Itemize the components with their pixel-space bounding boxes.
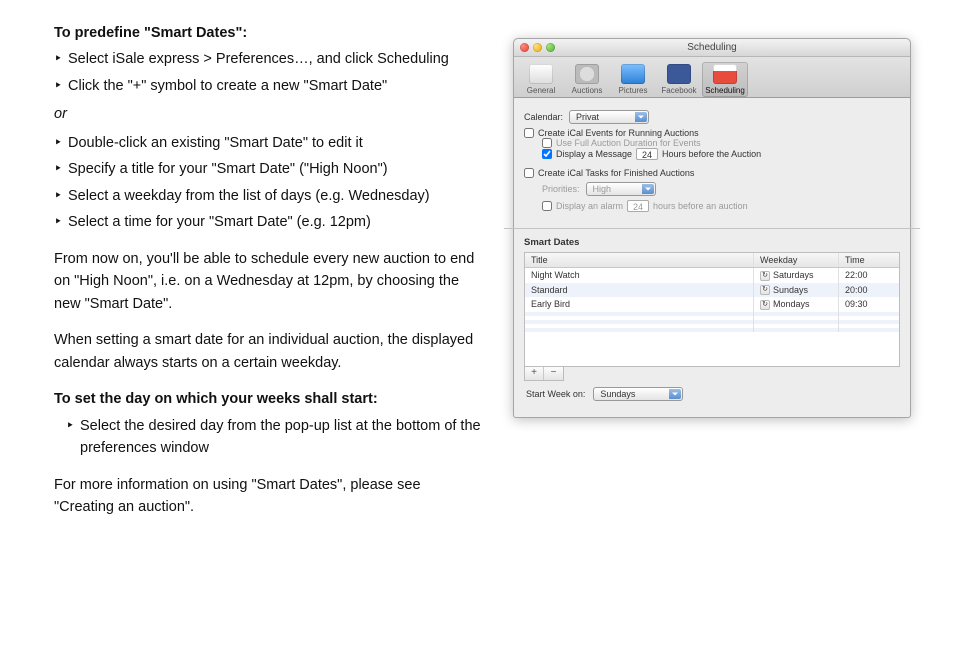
general-icon	[529, 64, 553, 84]
close-button[interactable]	[520, 43, 529, 52]
remove-button[interactable]: −	[544, 367, 563, 380]
hours-input[interactable]: 24	[636, 148, 658, 160]
smart-dates-table: Title Weekday Time Night Watch ↻Saturday…	[524, 252, 900, 367]
titlebar: Scheduling	[514, 39, 910, 57]
facebook-icon	[667, 64, 691, 84]
heading-predefine: To predefine "Smart Dates":	[54, 22, 484, 44]
start-week-select[interactable]: Sundays	[593, 387, 683, 401]
full-duration-checkbox[interactable]: Use Full Auction Duration for Events	[542, 138, 900, 148]
repeat-icon: ↻	[760, 300, 770, 310]
or-text: or	[54, 103, 484, 125]
table-row[interactable]	[525, 328, 899, 332]
paragraph: For more information on using "Smart Dat…	[54, 474, 484, 519]
step: Click the "+" symbol to create a new "Sm…	[54, 75, 484, 97]
step: Select a time for your "Smart Date" (e.g…	[54, 211, 484, 233]
preferences-window: Scheduling General Auctions Pictures Fac…	[513, 38, 911, 418]
table-row[interactable]: Early Bird ↻Mondays 09:30	[525, 297, 899, 312]
repeat-icon: ↻	[760, 285, 770, 295]
tab-pictures[interactable]: Pictures	[610, 62, 656, 97]
start-week-label: Start Week on:	[526, 389, 585, 399]
paragraph: From now on, you'll be able to schedule …	[54, 248, 484, 315]
step: Select a weekday from the list of days (…	[54, 185, 484, 207]
step: Select the desired day from the pop-up l…	[54, 415, 484, 460]
window-title: Scheduling	[687, 42, 736, 53]
repeat-icon: ↻	[760, 271, 770, 281]
col-weekday[interactable]: Weekday	[754, 253, 839, 267]
tab-auctions[interactable]: Auctions	[564, 62, 610, 97]
calendar-select[interactable]: Privat	[569, 110, 649, 124]
smart-dates-heading: Smart Dates	[524, 237, 900, 248]
paragraph: When setting a smart date for an individ…	[54, 329, 484, 374]
display-alarm-checkbox[interactable]: Display an alarm 24 hours before an auct…	[542, 200, 900, 212]
heading-startweek: To set the day on which your weeks shall…	[54, 388, 484, 410]
col-time[interactable]: Time	[839, 253, 899, 267]
scheduling-icon	[713, 64, 737, 84]
add-button[interactable]: +	[525, 367, 544, 380]
document-instructions: To predefine "Smart Dates": Select iSale…	[54, 22, 484, 532]
display-message-checkbox[interactable]: Display a Message 24 Hours before the Au…	[542, 148, 900, 160]
pictures-icon	[621, 64, 645, 84]
create-ical-events-checkbox[interactable]: Create iCal Events for Running Auctions	[524, 128, 900, 138]
tab-general[interactable]: General	[518, 62, 564, 97]
tab-scheduling[interactable]: Scheduling	[702, 62, 748, 97]
step: Specify a title for your "Smart Date" ("…	[54, 158, 484, 180]
minimize-button[interactable]	[533, 43, 542, 52]
step: Double-click an existing "Smart Date" to…	[54, 132, 484, 154]
calendar-label: Calendar:	[524, 112, 563, 122]
priorities-select[interactable]: High	[586, 182, 656, 196]
prefs-toolbar: General Auctions Pictures Facebook Sched…	[514, 57, 910, 98]
zoom-button[interactable]	[546, 43, 555, 52]
create-ical-tasks-checkbox[interactable]: Create iCal Tasks for Finished Auctions	[524, 168, 900, 178]
table-row[interactable]: Night Watch ↻Saturdays 22:00	[525, 268, 899, 283]
auctions-icon	[575, 64, 599, 84]
step: Select iSale express > Preferences…, and…	[54, 48, 484, 70]
col-title[interactable]: Title	[525, 253, 754, 267]
table-row[interactable]: Standard ↻Sundays 20:00	[525, 283, 899, 298]
tab-facebook[interactable]: Facebook	[656, 62, 702, 97]
alarm-hours-input[interactable]: 24	[627, 200, 649, 212]
